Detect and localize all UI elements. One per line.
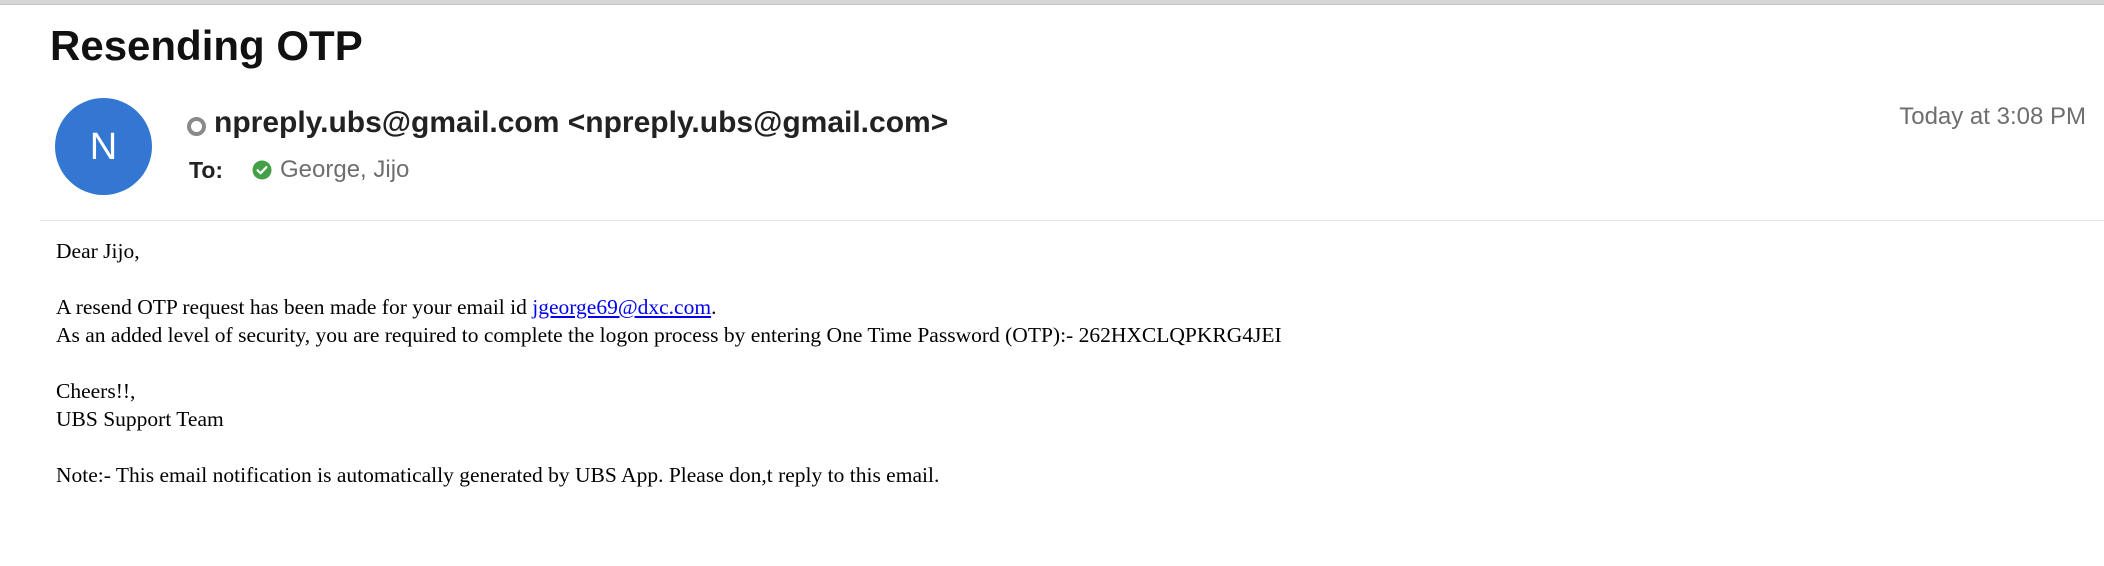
avatar-initial: N — [89, 125, 118, 168]
otp-line: As an added level of security, you are r… — [56, 323, 1282, 347]
window-top-edge — [0, 0, 2104, 5]
resend-request-line: A resend OTP request has been made for y… — [56, 293, 2076, 321]
auto-generated-note: Note:- This email notification is automa… — [56, 463, 940, 487]
email-link[interactable]: jgeorge69@dxc.com — [532, 295, 711, 319]
sender-avatar[interactable]: N — [55, 98, 152, 195]
message-date: Today at 3:08 PM — [1899, 103, 2086, 130]
to-label: To: — [189, 157, 224, 183]
header-divider — [40, 220, 2104, 221]
resend-request-text: A resend OTP request has been made for y… — [56, 295, 533, 319]
sender-address[interactable]: npreply.ubs@gmail.com <npreply.ubs@gmail… — [214, 103, 948, 143]
message-subject: Resending OTP — [50, 22, 363, 69]
message-body: Dear Jijo, A resend OTP request has been… — [56, 237, 2076, 489]
team-signature: UBS Support Team — [56, 407, 224, 431]
presence-status-icon — [187, 117, 206, 136]
greeting: Dear Jijo, — [56, 239, 140, 263]
recipient-name[interactable]: George, Jijo — [280, 154, 409, 186]
resend-request-period: . — [711, 295, 717, 319]
verified-check-icon — [252, 160, 272, 180]
signoff: Cheers!!, — [56, 379, 136, 403]
